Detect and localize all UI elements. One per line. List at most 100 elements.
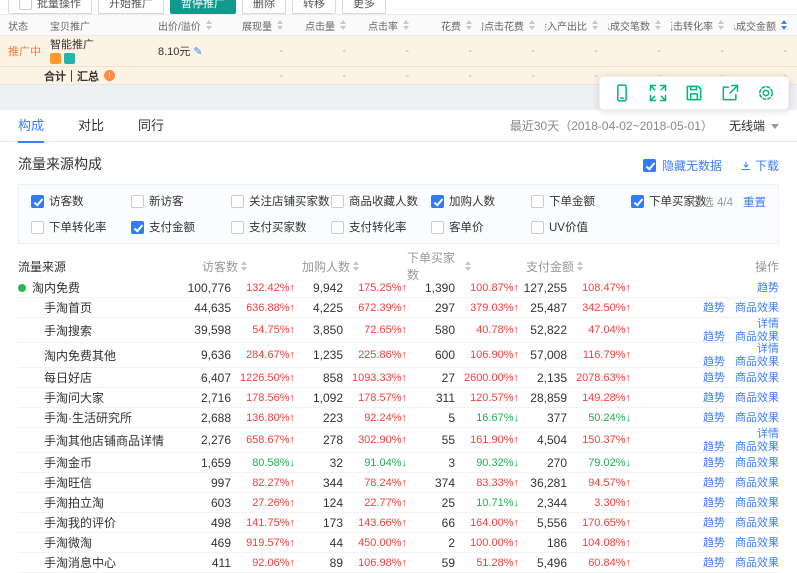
metric-filter-item[interactable]: 支付金额 bbox=[131, 219, 231, 235]
table-row[interactable]: 淘内免费其他9,636284.67%↑1,235225.86%↑600106.9… bbox=[18, 343, 779, 368]
metric-filter-item[interactable]: UV价值 bbox=[531, 219, 631, 235]
tab-composition[interactable]: 构成 bbox=[18, 110, 44, 142]
table-row[interactable]: 手淘旺信99782.27%↑34478.24%↑37483.33%↑36,281… bbox=[18, 473, 779, 493]
sort-icon[interactable] bbox=[340, 20, 346, 30]
action-link[interactable]: 趋势 bbox=[703, 302, 725, 314]
metric-filter-item[interactable]: 商品收藏人数 bbox=[331, 193, 431, 209]
table-row[interactable]: 手淘微淘469919.57%↑44450.00%↑2100.00%↑186104… bbox=[18, 533, 779, 553]
checkbox-icon[interactable] bbox=[431, 221, 444, 234]
action-link[interactable]: 商品效果 bbox=[735, 356, 779, 368]
sort-icon[interactable] bbox=[241, 261, 247, 271]
ad-column-header[interactable]: 点击转化率 bbox=[671, 18, 734, 33]
action-link[interactable]: 详情 bbox=[757, 343, 779, 355]
action-link[interactable]: 商品效果 bbox=[735, 497, 779, 509]
metric-filter-item[interactable]: 下单金额 bbox=[531, 193, 631, 209]
sort-icon[interactable] bbox=[781, 20, 787, 30]
ad-toolbar-button[interactable]: 转移 bbox=[292, 0, 336, 14]
fullscreen-icon[interactable] bbox=[647, 82, 669, 104]
action-link[interactable]: 趋势 bbox=[703, 392, 725, 404]
table-row[interactable]: 淘内免费100,776132.42%↑9,942175.25%↑1,390100… bbox=[18, 278, 779, 298]
action-link[interactable]: 商品效果 bbox=[735, 517, 779, 529]
column-header-cart[interactable]: 加购人数 bbox=[295, 258, 407, 275]
ad-toolbar-button[interactable]: 暂停推广 bbox=[170, 0, 236, 14]
ad-column-header[interactable]: 点击量 bbox=[293, 18, 356, 33]
date-range-label[interactable]: 最近30天（2018-04-02~2018-05-01） bbox=[510, 117, 713, 134]
checkbox-icon[interactable] bbox=[131, 195, 144, 208]
checkbox-icon[interactable] bbox=[531, 221, 544, 234]
action-link[interactable]: 趋势 bbox=[703, 477, 725, 489]
sort-icon[interactable] bbox=[466, 20, 472, 30]
action-link[interactable]: 商品效果 bbox=[735, 477, 779, 489]
action-link[interactable]: 趋势 bbox=[703, 331, 725, 343]
terminal-select[interactable]: 无线端 bbox=[729, 117, 779, 134]
sort-icon[interactable] bbox=[403, 20, 409, 30]
metric-filter-item[interactable]: 关注店铺买家数 bbox=[231, 193, 331, 209]
share-icon[interactable] bbox=[719, 82, 741, 104]
action-link[interactable]: 趋势 bbox=[757, 282, 779, 294]
table-row[interactable]: 手淘消息中心41192.06%↑89106.98%↑5951.28%↑5,496… bbox=[18, 553, 779, 573]
table-row[interactable]: 每日好店6,4071226.50%↑8581093.33%↑272600.00%… bbox=[18, 368, 779, 388]
sort-icon[interactable] bbox=[718, 20, 724, 30]
checkbox-icon[interactable] bbox=[631, 195, 644, 208]
sort-icon[interactable] bbox=[529, 20, 535, 30]
ad-toolbar-button[interactable]: 开始推广 bbox=[98, 0, 164, 14]
ad-column-header[interactable]: 展现量 bbox=[230, 18, 293, 33]
sort-icon[interactable] bbox=[465, 261, 471, 271]
action-link[interactable]: 商品效果 bbox=[735, 331, 779, 343]
metric-filter-item[interactable]: 访客数 bbox=[31, 193, 131, 209]
edit-pencil-icon[interactable]: ✎ bbox=[193, 46, 202, 58]
action-link[interactable]: 商品效果 bbox=[735, 441, 779, 453]
reset-link[interactable]: 重置 bbox=[743, 194, 766, 210]
metric-filter-item[interactable]: 客单价 bbox=[431, 219, 531, 235]
table-row[interactable]: 手淘我的评价498141.75%↑173143.66%↑66164.00%↑5,… bbox=[18, 513, 779, 533]
ad-column-header[interactable]: 出价/溢价 bbox=[158, 18, 230, 33]
download-link[interactable]: 下载 bbox=[740, 157, 779, 174]
action-link[interactable]: 详情 bbox=[757, 428, 779, 440]
action-link[interactable]: 趋势 bbox=[703, 372, 725, 384]
action-link[interactable]: 商品效果 bbox=[735, 302, 779, 314]
ad-column-header[interactable]: 投入产出比 bbox=[545, 18, 608, 33]
checkbox-icon[interactable] bbox=[231, 221, 244, 234]
table-row[interactable]: 手淘金币1,65980.58%↓3291.04%↓390.32%↓27079.0… bbox=[18, 453, 779, 473]
action-link[interactable]: 详情 bbox=[757, 318, 779, 330]
checkbox-icon[interactable] bbox=[31, 195, 44, 208]
table-row[interactable]: 手淘问大家2,716178.56%↑1,092178.57%↑311120.57… bbox=[18, 388, 779, 408]
sort-icon[interactable] bbox=[592, 20, 598, 30]
tab-compare[interactable]: 对比 bbox=[78, 110, 104, 142]
action-link[interactable]: 商品效果 bbox=[735, 457, 779, 469]
table-row[interactable]: 手淘搜索39,59854.75%↑3,85072.65%↑58040.78%↑5… bbox=[18, 318, 779, 343]
checkbox-icon[interactable] bbox=[231, 195, 244, 208]
ad-toolbar-button[interactable]: 更多 bbox=[342, 0, 386, 14]
action-link[interactable]: 商品效果 bbox=[735, 372, 779, 384]
ad-campaign-row[interactable]: 推广中智能推广8.10元✎--------- bbox=[0, 36, 797, 66]
action-link[interactable]: 趋势 bbox=[703, 457, 725, 469]
checkbox-icon[interactable] bbox=[431, 195, 444, 208]
sort-icon[interactable] bbox=[206, 20, 212, 30]
column-header-visitors[interactable]: 访客数 bbox=[183, 258, 295, 275]
metric-filter-item[interactable]: 支付买家数 bbox=[231, 219, 331, 235]
phone-preview-icon[interactable] bbox=[611, 82, 633, 104]
checkbox-icon[interactable] bbox=[31, 221, 44, 234]
settings-gear-icon[interactable] bbox=[755, 82, 777, 104]
action-link[interactable]: 趋势 bbox=[703, 517, 725, 529]
column-header-payment[interactable]: 支付金额 bbox=[519, 258, 631, 275]
sort-icon[interactable] bbox=[277, 20, 283, 30]
metric-filter-item[interactable]: 下单转化率 bbox=[31, 219, 131, 235]
checkbox-icon[interactable] bbox=[643, 159, 656, 172]
action-link[interactable]: 趋势 bbox=[703, 537, 725, 549]
action-link[interactable]: 商品效果 bbox=[735, 557, 779, 569]
checkbox-icon[interactable] bbox=[331, 221, 344, 234]
info-icon[interactable]: ! bbox=[104, 70, 115, 81]
column-header-order-buyers[interactable]: 下单买家数 bbox=[407, 249, 519, 283]
action-link[interactable]: 趋势 bbox=[703, 356, 725, 368]
table-row[interactable]: 手淘其他店铺商品详情2,276658.67%↑278302.90%↑55161.… bbox=[18, 428, 779, 453]
ad-column-header[interactable]: 平均点击花费 bbox=[482, 18, 545, 33]
metric-filter-item[interactable]: 支付转化率 bbox=[331, 219, 431, 235]
ad-toolbar-button[interactable]: 删除 bbox=[242, 0, 286, 14]
checkbox-icon[interactable] bbox=[131, 221, 144, 234]
table-row[interactable]: 手淘首页44,635636.88%↑4,225672.39%↑297379.03… bbox=[18, 298, 779, 318]
campaign-product[interactable]: 智能推广 bbox=[50, 39, 158, 64]
sort-icon[interactable] bbox=[655, 20, 661, 30]
ad-column-header[interactable]: 点击率 bbox=[356, 18, 419, 33]
hide-no-data-toggle[interactable]: 隐藏无数据 bbox=[643, 157, 722, 174]
